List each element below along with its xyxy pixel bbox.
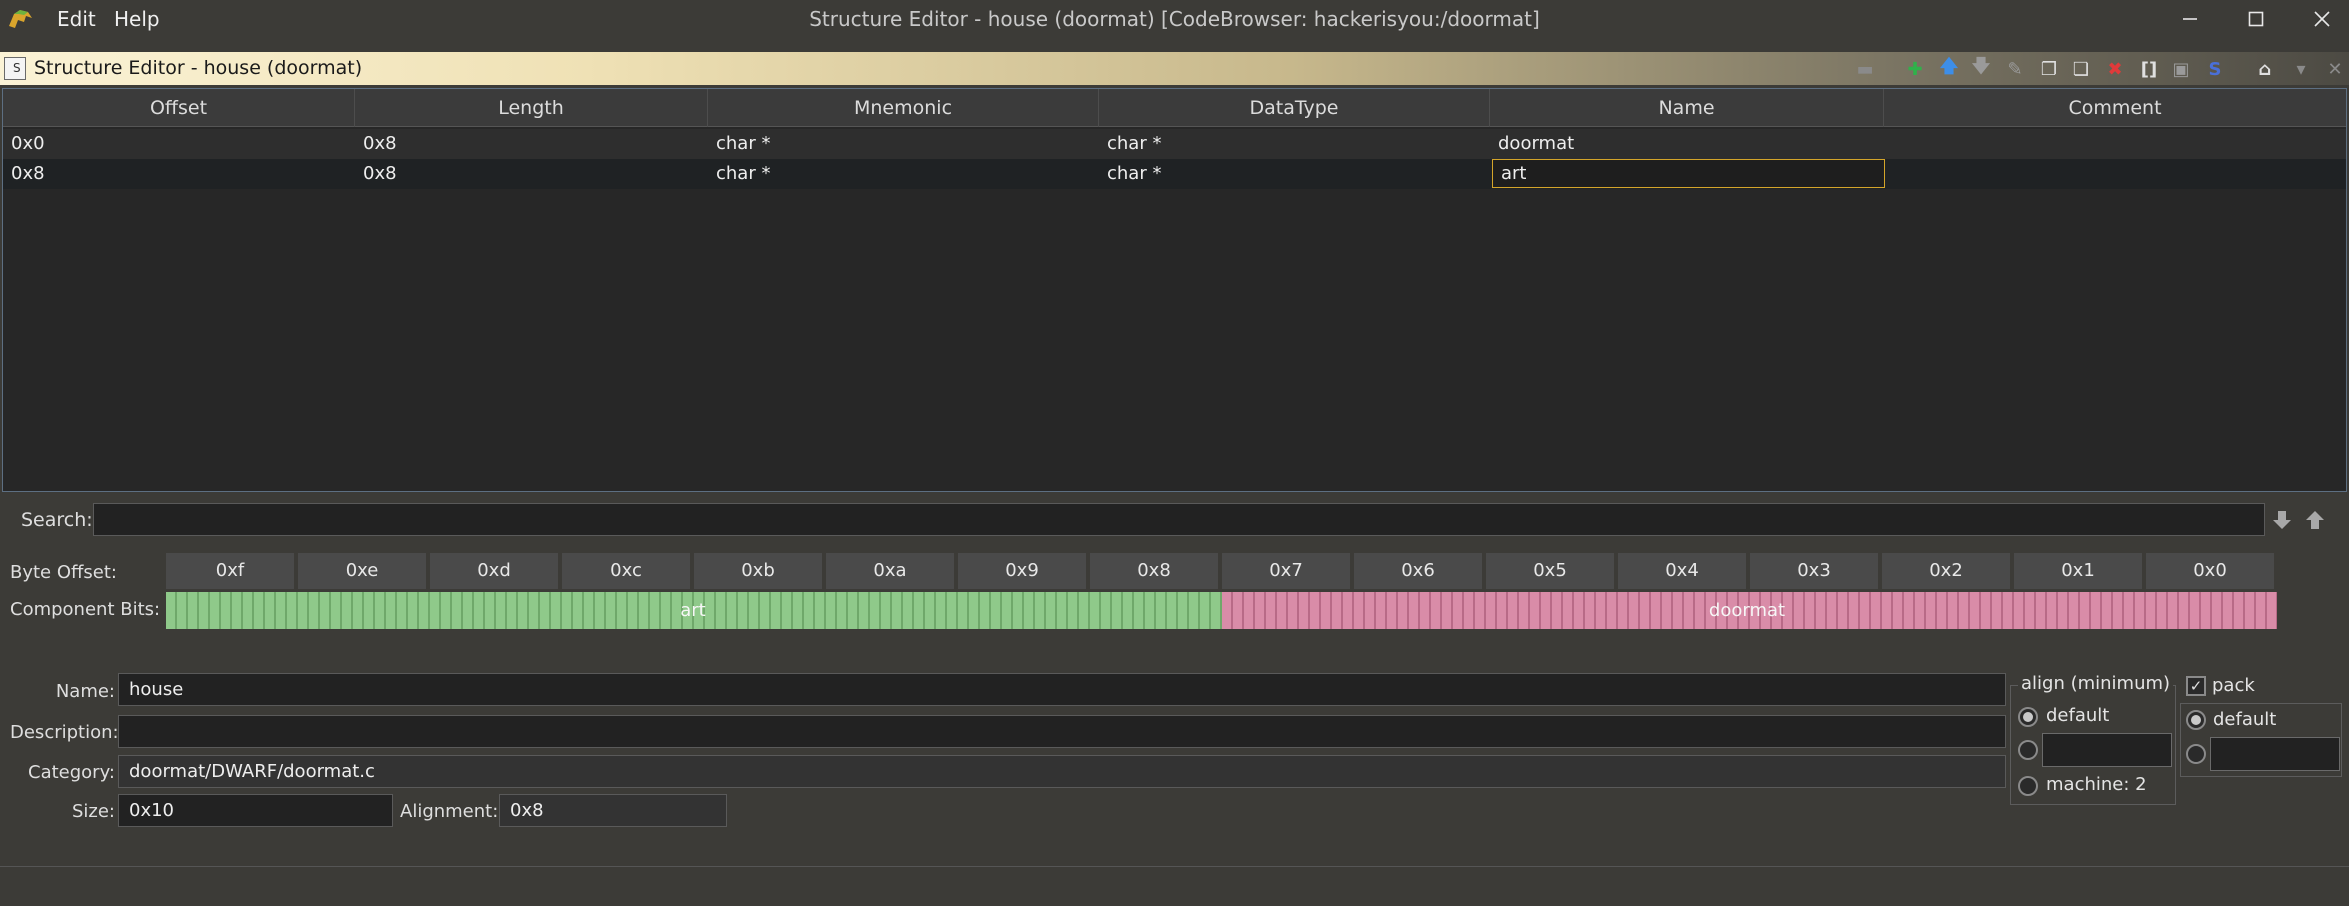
arrow-up-icon [2306, 511, 2324, 529]
align-machine-radio[interactable] [2018, 776, 2038, 796]
menu-dropdown-icon[interactable]: ▾ [2288, 56, 2314, 82]
byte-offset-label: Byte Offset: [10, 562, 117, 583]
pack-label: pack [2212, 675, 2258, 696]
byte-offset-cell: 0x0 [2146, 553, 2276, 589]
move-down-icon[interactable]: 🡇 [1968, 56, 1994, 82]
name-field[interactable]: house [118, 673, 2006, 706]
duplicate-multiple-icon[interactable]: ❏ [2068, 56, 2094, 82]
table-row-selected[interactable]: 0x8 0x8 char * char * art [3, 159, 2346, 189]
byte-offset-cell: 0x4 [1618, 553, 1748, 589]
byte-offset-cell: 0xe [298, 553, 428, 589]
cell-length[interactable]: 0x8 [355, 159, 708, 189]
component-bits-label: Component Bits: [10, 599, 161, 620]
byte-offset-cell: 0x7 [1222, 553, 1352, 589]
category-field: doormat/DWARF/doormat.c [118, 755, 2006, 788]
category-label: Category: [28, 762, 115, 783]
maximize-icon [2248, 11, 2264, 27]
cell-offset[interactable]: 0x8 [3, 159, 355, 189]
alignment-label: Alignment: [400, 801, 499, 822]
cell-datatype[interactable]: char * [1099, 159, 1490, 189]
cell-comment[interactable] [1884, 159, 2346, 189]
alignment-field: 0x8 [499, 794, 727, 827]
pack-default-radio[interactable] [2186, 710, 2206, 730]
table-header: Offset Length Mnemonic DataType Name Com… [3, 89, 2346, 127]
minimize-icon [2183, 18, 2197, 20]
search-input[interactable] [93, 503, 2265, 536]
window-titlebar: Edit Help Structure Editor - house (door… [0, 0, 2349, 38]
window-title: Structure Editor - house (doormat) [Code… [809, 7, 1540, 31]
byte-offset-cell: 0x9 [958, 553, 1088, 589]
close-window-icon [2314, 11, 2330, 27]
align-explicit-input[interactable] [2042, 733, 2172, 767]
column-header-comment[interactable]: Comment [1884, 89, 2346, 127]
arrow-down-icon [2273, 511, 2291, 529]
table-row[interactable]: 0x0 0x8 char * char * doormat [3, 129, 2346, 159]
byte-offset-cell: 0x1 [2014, 553, 2144, 589]
byte-offset-cell: 0x3 [1750, 553, 1880, 589]
align-default-radio[interactable] [2018, 707, 2038, 727]
cell-comment[interactable] [1884, 129, 2346, 159]
array-icon[interactable]: [] [2136, 56, 2162, 82]
component-label-art: art [680, 600, 706, 621]
component-header: S Structure Editor - house (doormat) ▬ ✚ 🡅… [0, 52, 2349, 85]
byte-offset-cell: 0x2 [1882, 553, 2012, 589]
home-icon[interactable]: ⌂ [2252, 56, 2278, 82]
cell-mnemonic[interactable]: char * [708, 129, 1099, 159]
byte-offset-cell: 0x5 [1486, 553, 1616, 589]
minimize-button[interactable] [2170, 4, 2210, 34]
column-header-name[interactable]: Name [1490, 89, 1884, 127]
cell-name[interactable]: doormat [1490, 129, 1884, 159]
align-explicit-radio[interactable] [2018, 740, 2038, 760]
status-bar [0, 866, 2349, 906]
cell-offset[interactable]: 0x0 [3, 129, 355, 159]
search-previous-button[interactable] [2301, 505, 2329, 535]
column-header-length[interactable]: Length [355, 89, 708, 127]
structure-table[interactable]: Offset Length Mnemonic DataType Name Com… [2, 88, 2347, 492]
close-icon[interactable]: ✕ [2322, 56, 2348, 82]
align-default-label: default [2046, 705, 2110, 726]
move-up-icon[interactable]: 🡅 [1936, 56, 1962, 82]
description-field[interactable] [118, 715, 2006, 748]
byte-offset-cell: 0x8 [1090, 553, 1220, 589]
column-header-offset[interactable]: Offset [3, 89, 355, 127]
pack-explicit-radio[interactable] [2186, 744, 2206, 764]
pack-default-label: default [2213, 709, 2277, 730]
delete-icon[interactable]: ✖ [2102, 56, 2128, 82]
close-window-button[interactable] [2302, 4, 2342, 34]
show-component-path-icon[interactable]: S [2202, 56, 2228, 82]
cell-name-editor[interactable]: art [1492, 159, 1885, 188]
byte-offset-cell: 0xd [430, 553, 560, 589]
search-next-button[interactable] [2268, 505, 2296, 535]
duplicate-icon[interactable]: ❐ [2036, 56, 2062, 82]
description-label: Description: [10, 722, 119, 743]
unpackage-icon[interactable]: ▣ [2168, 56, 2194, 82]
component-title: Structure Editor - house (doormat) [34, 57, 363, 79]
byte-offset-cell: 0xf [166, 553, 296, 589]
cell-datatype[interactable]: char * [1099, 129, 1490, 159]
structure-editor-icon: S [4, 57, 26, 80]
pack-explicit-input[interactable] [2210, 737, 2340, 771]
search-label: Search: [21, 509, 93, 531]
size-field[interactable]: 0x10 [118, 794, 393, 827]
component-label-doormat: doormat [1708, 600, 1786, 621]
pack-checkbox[interactable]: ✓ [2186, 676, 2206, 696]
cell-mnemonic[interactable]: char * [708, 159, 1099, 189]
byte-offset-cell: 0xc [562, 553, 692, 589]
maximize-button[interactable] [2236, 4, 2276, 34]
insert-undefined-icon[interactable]: ✚ [1902, 56, 1928, 82]
align-group-title: align (minimum) [2018, 673, 2174, 694]
byte-offset-cell: 0x6 [1354, 553, 1484, 589]
edit-field-icon[interactable]: ✎ [2002, 56, 2028, 82]
align-machine-label: machine: 2 [2046, 774, 2147, 795]
byte-offset-cell: 0xa [826, 553, 956, 589]
cell-length[interactable]: 0x8 [355, 129, 708, 159]
byte-offset-cell: 0xb [694, 553, 824, 589]
apply-icon[interactable]: ▬ [1852, 56, 1878, 82]
size-label: Size: [71, 801, 115, 822]
column-header-datatype[interactable]: DataType [1099, 89, 1490, 127]
name-label: Name: [55, 681, 115, 702]
column-header-mnemonic[interactable]: Mnemonic [708, 89, 1099, 127]
